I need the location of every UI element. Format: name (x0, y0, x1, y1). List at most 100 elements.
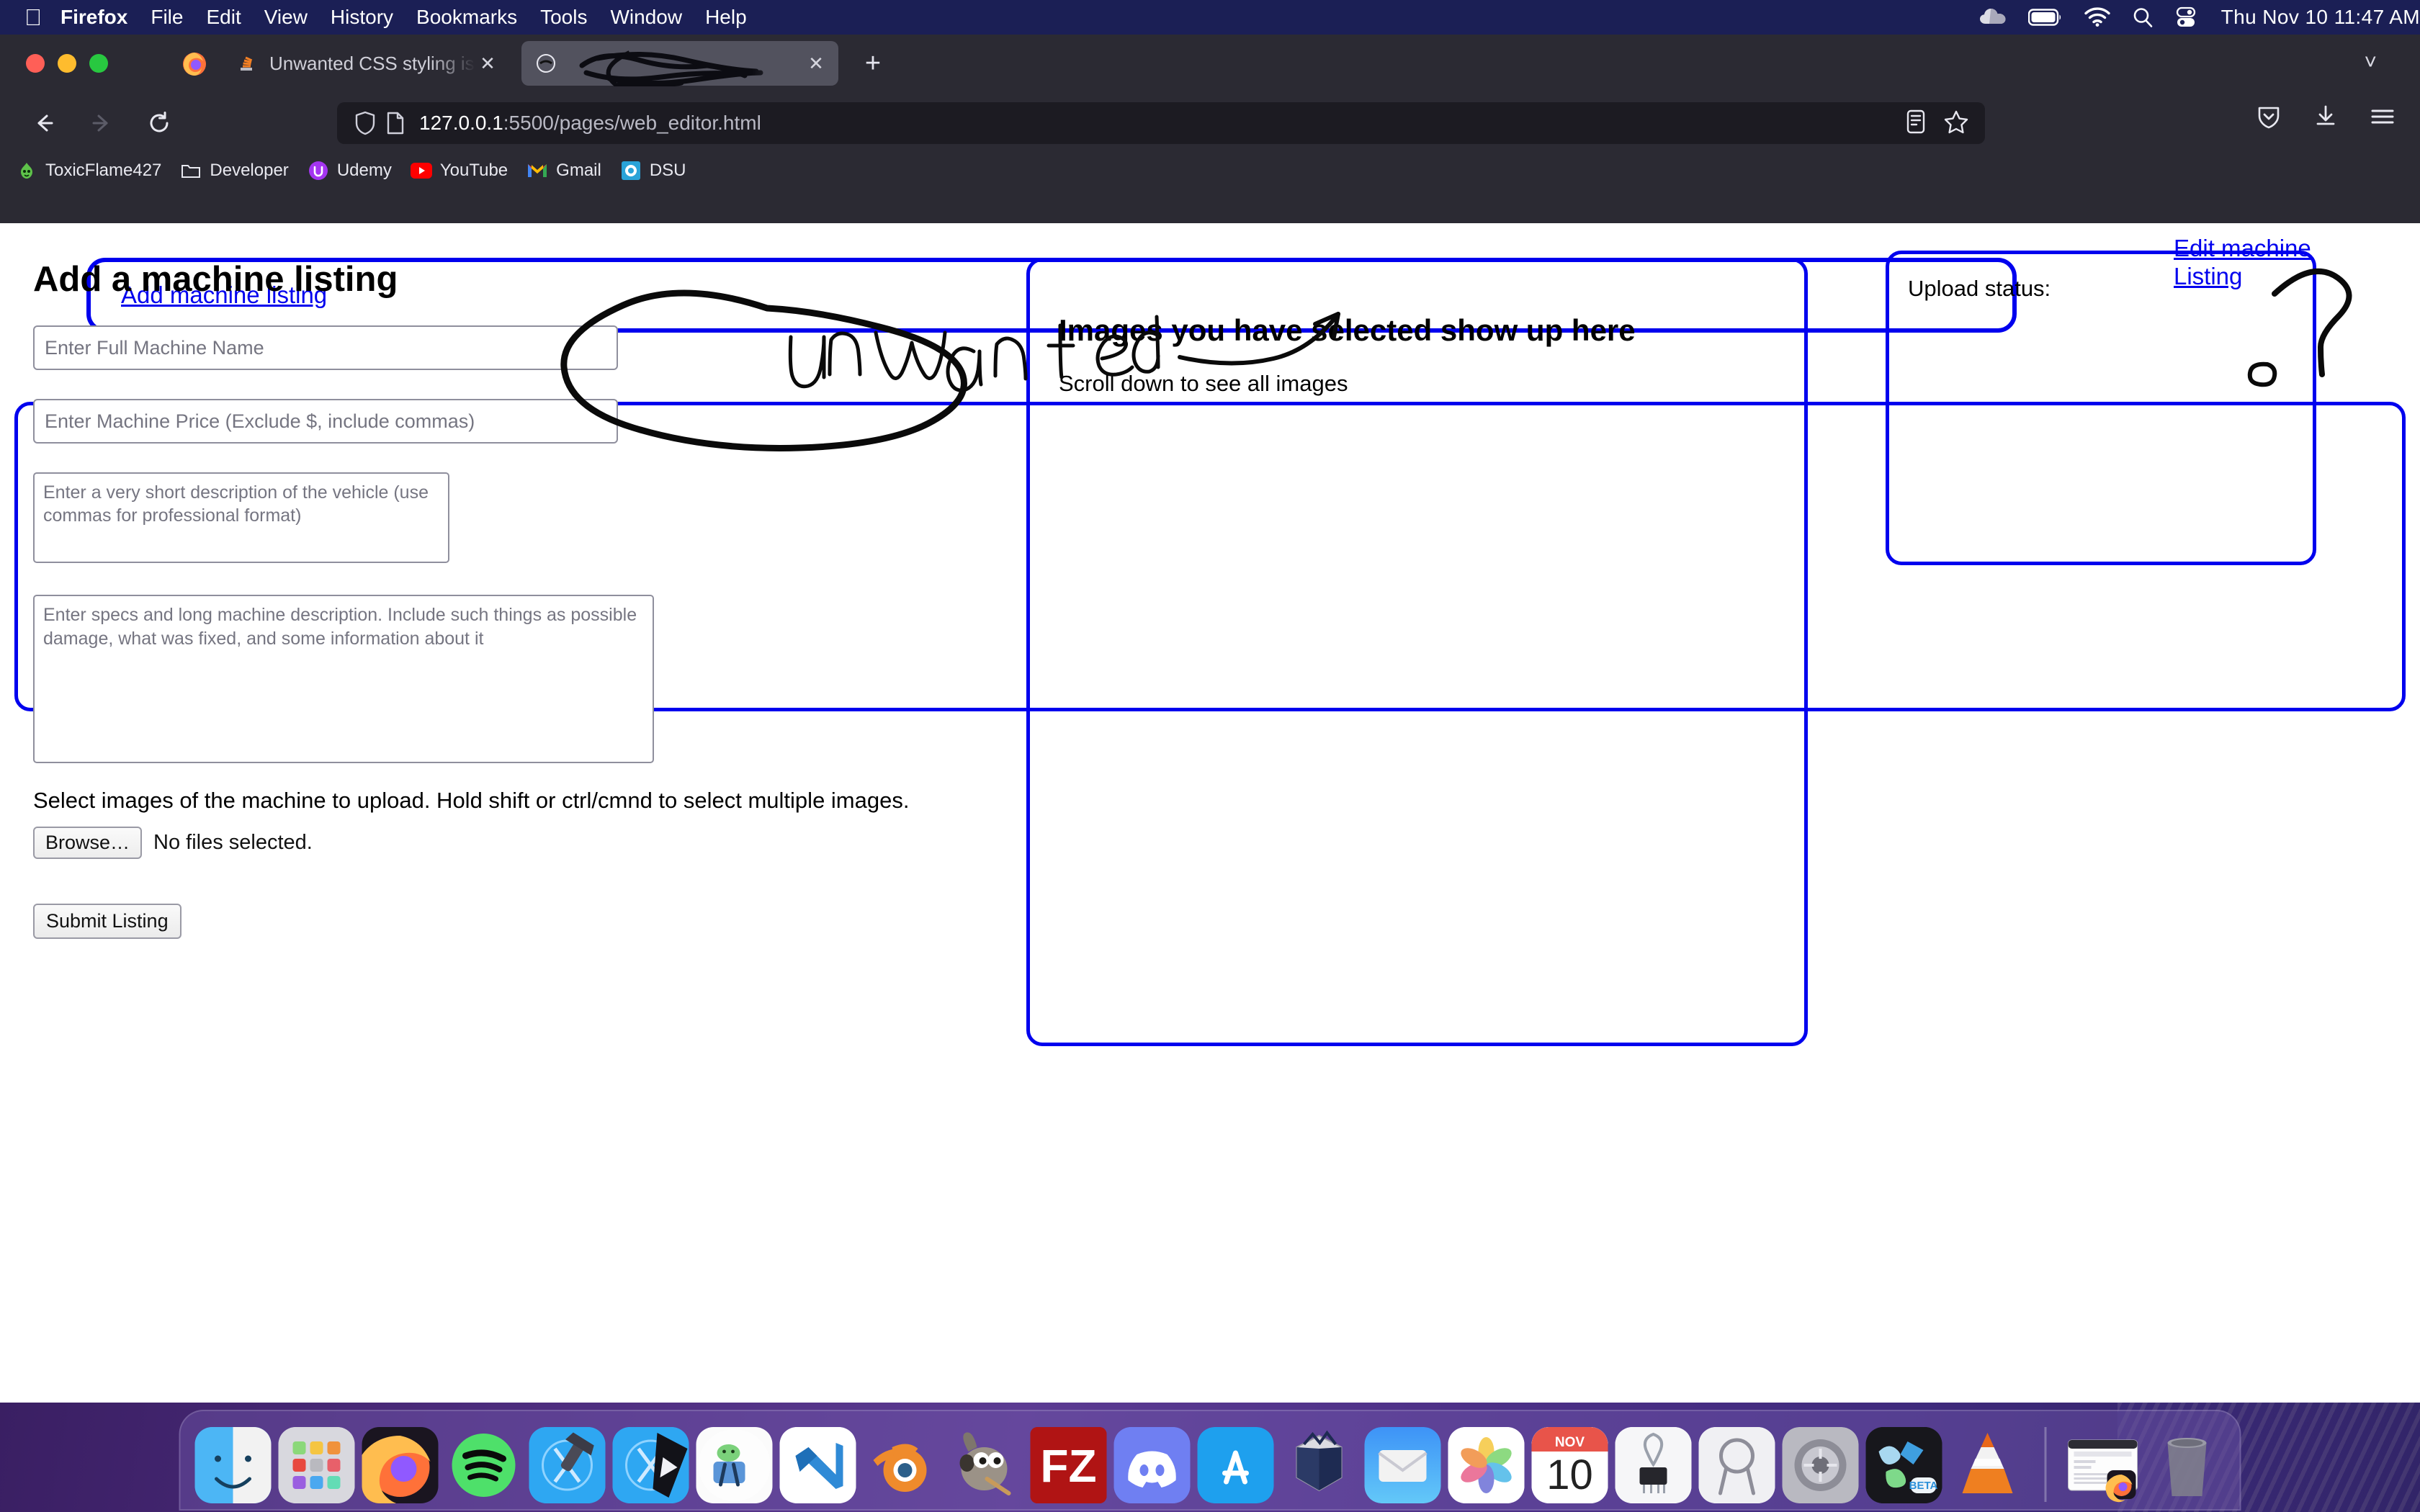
stackoverflow-icon (235, 52, 258, 75)
dock-item-firefox[interactable] (362, 1427, 439, 1503)
dock-item-circuit-tool[interactable] (1698, 1427, 1775, 1503)
dock-item-calendar[interactable]: NOV 10 (1531, 1427, 1608, 1503)
machine-price-input[interactable] (33, 399, 618, 444)
minimize-window-button[interactable] (58, 54, 76, 73)
page-doc-icon[interactable] (380, 108, 411, 138)
onedrive-cloud-icon[interactable] (1979, 6, 2007, 28)
bookmark-dsu[interactable]: DSU (620, 160, 686, 181)
new-tab-button[interactable]: + (857, 48, 889, 79)
url-bar[interactable]: 127.0.0.1:5500/pages/web_editor.html (337, 102, 1985, 144)
shield-icon[interactable] (350, 108, 380, 138)
downloads-icon[interactable] (2313, 104, 2338, 133)
url-text[interactable]: 127.0.0.1:5500/pages/web_editor.html (419, 112, 761, 135)
bookmark-toxicflame427[interactable]: ToxicFlame427 (16, 160, 161, 181)
menu-item-help[interactable]: Help (705, 6, 747, 29)
bookmark-developer[interactable]: Developer (180, 160, 289, 181)
bookmark-label: YouTube (439, 161, 508, 180)
browser-tab-1[interactable]: Unwanted CSS styling is being a ✕ (222, 41, 510, 86)
firefox-logo-icon (179, 48, 210, 79)
web-page-content: Add machine listing Edit machine Listing… (0, 223, 2420, 1408)
macos-dock: FZ NOV 10 BETA (179, 1410, 2241, 1511)
menu-item-view[interactable]: View (264, 6, 308, 29)
browser-toolbar-right (2256, 104, 2396, 133)
dock-item-gimp[interactable] (947, 1427, 1023, 1503)
wifi-icon[interactable] (2084, 7, 2110, 27)
dock-item-freeform-beta[interactable]: BETA (1865, 1427, 1942, 1503)
udemy-icon (308, 160, 329, 181)
dock-item-minimized-firefox-window[interactable] (2066, 1427, 2142, 1503)
star-icon[interactable] (1943, 109, 1969, 138)
svg-text:10: 10 (1546, 1452, 1593, 1498)
pocket-save-icon[interactable] (2256, 104, 2282, 133)
dock-item-android-studio[interactable] (696, 1427, 773, 1503)
url-bar-actions (1904, 109, 1972, 138)
submit-listing-button[interactable]: Submit Listing (33, 904, 182, 939)
dock-item-launchpad[interactable] (278, 1427, 355, 1503)
browse-files-button[interactable]: Browse… (33, 827, 143, 859)
youtube-icon (410, 160, 432, 181)
bookmark-udemy[interactable]: Udemy (308, 160, 392, 181)
menu-item-tools[interactable]: Tools (540, 6, 587, 29)
bookmark-label: Gmail (556, 161, 601, 180)
menu-item-bookmarks[interactable]: Bookmarks (416, 6, 517, 29)
hamburger-menu-icon[interactable] (2370, 106, 2396, 131)
bookmark-gmail[interactable]: Gmail (526, 160, 601, 181)
dock-item-vs-code[interactable] (779, 1427, 856, 1503)
image-upload-label: Select images of the machine to upload. … (33, 788, 910, 813)
dock-item-finder[interactable] (194, 1427, 272, 1503)
upload-status-label: Upload status: (1908, 276, 2051, 301)
dock-item-xcode-beta[interactable] (612, 1427, 689, 1503)
dock-item-app-store[interactable] (1197, 1427, 1274, 1503)
menu-item-edit[interactable]: Edit (206, 6, 241, 29)
selected-images-title: Images you have selected show up here (1059, 313, 1636, 347)
dock-item-trash[interactable] (2149, 1427, 2226, 1503)
menu-item-history[interactable]: History (331, 6, 393, 29)
dock-separator (2044, 1427, 2047, 1502)
battery-icon[interactable] (2027, 8, 2063, 27)
short-description-textarea[interactable] (33, 472, 449, 563)
dock-item-filezilla[interactable]: FZ (1030, 1427, 1107, 1503)
control-center-icon[interactable] (2175, 6, 2197, 28)
gmail-icon (526, 160, 548, 181)
menu-bar-clock[interactable]: Thu Nov 10 11:47 AM (2221, 6, 2420, 29)
bookmark-youtube[interactable]: YouTube (410, 160, 508, 181)
close-window-button[interactable] (26, 54, 45, 73)
dock-item-mail[interactable] (1364, 1427, 1441, 1503)
browser-tab-1-close-icon[interactable]: ✕ (475, 51, 500, 76)
url-path: :5500/pages/web_editor.html (503, 112, 761, 134)
svg-text:BETA: BETA (1909, 1480, 1938, 1492)
dock-item-photos[interactable] (1448, 1427, 1525, 1503)
spotlight-search-icon[interactable] (2132, 6, 2154, 28)
macos-menu-bar:  Firefox File Edit View History Bookmar… (0, 0, 2420, 35)
menu-item-firefox[interactable]: Firefox (60, 6, 127, 29)
apple-icon[interactable]:  (24, 6, 42, 29)
dock-item-blender[interactable] (864, 1427, 940, 1503)
dock-item-spotify[interactable] (446, 1427, 522, 1503)
reload-icon[interactable] (140, 104, 179, 143)
dock-item-arduino[interactable] (1615, 1427, 1692, 1503)
back-arrow-icon[interactable] (24, 104, 63, 143)
menu-item-file[interactable]: File (151, 6, 183, 29)
dock-item-xcode[interactable] (529, 1427, 606, 1503)
browser-tab-2-close-icon[interactable]: ✕ (804, 51, 828, 76)
svg-text:FZ: FZ (1040, 1440, 1096, 1492)
bookmark-label: Udemy (336, 161, 392, 180)
svg-text:NOV: NOV (1555, 1435, 1585, 1450)
bookmark-label: DSU (649, 161, 686, 180)
bookmark-label: Developer (210, 161, 289, 180)
menu-item-window[interactable]: Window (610, 6, 682, 29)
machine-name-input[interactable] (33, 325, 618, 370)
browser-tab-2[interactable]: ✕ (521, 41, 838, 86)
dock-item-discord[interactable] (1113, 1427, 1191, 1503)
chevron-down-icon[interactable]: ˅ (2364, 50, 2377, 75)
dock-item-virtualbox[interactable] (1281, 1427, 1358, 1503)
browser-navigation-bar: 127.0.0.1:5500/pages/web_editor.html (0, 92, 2420, 154)
long-description-textarea[interactable] (33, 595, 654, 763)
tab-strip: Unwanted CSS styling is being a ✕ (0, 35, 2420, 92)
menu-bar-status-area (1979, 6, 2197, 28)
reader-view-icon[interactable] (1904, 109, 1927, 138)
dock-item-vlc[interactable] (1950, 1427, 2026, 1503)
maximize-window-button[interactable] (89, 54, 108, 73)
browser-tab-2-title (569, 41, 804, 86)
dock-item-system-preferences[interactable] (1782, 1427, 1859, 1503)
